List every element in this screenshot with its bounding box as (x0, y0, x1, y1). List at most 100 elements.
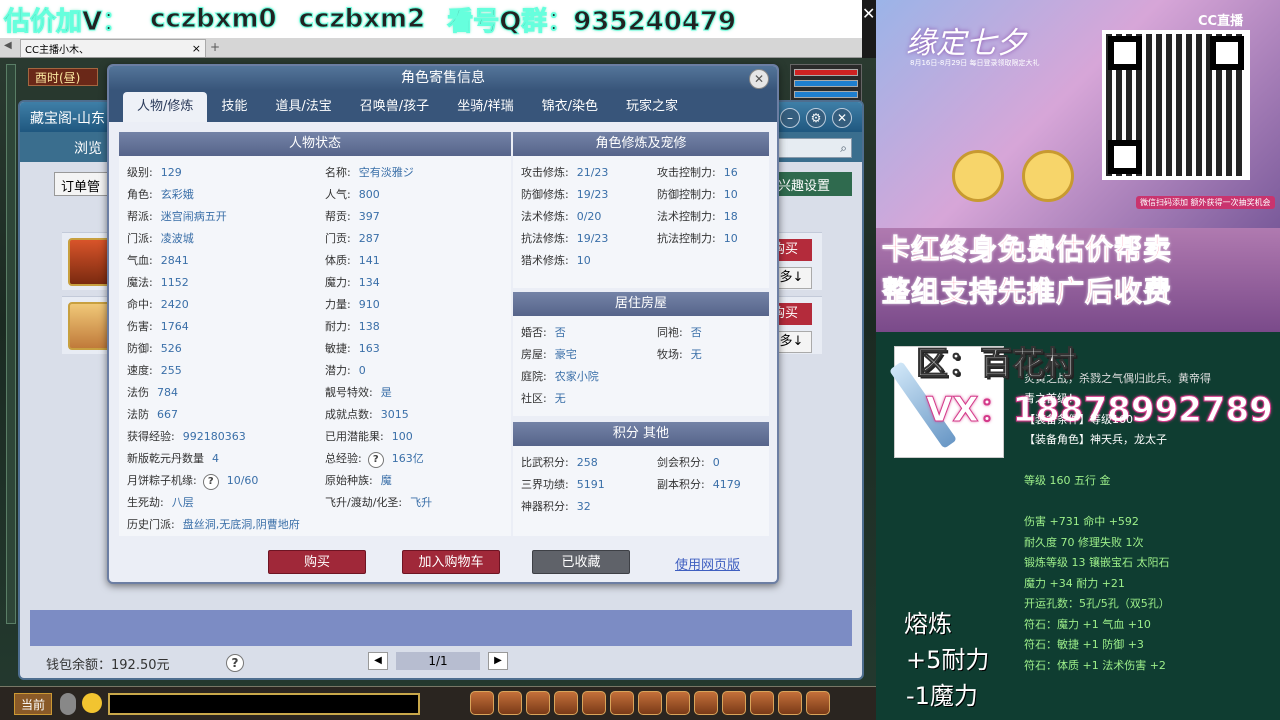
minimize-icon[interactable]: – (780, 108, 800, 128)
item-desc-line: 锻炼等级 13 镶嵌宝石 太阳石 (1024, 556, 1170, 569)
settings-icon[interactable]: ⚙ (806, 108, 826, 128)
score-field-label: 副本积分: (657, 478, 705, 491)
favorited-button[interactable]: 已收藏 (532, 550, 630, 574)
tab-pets[interactable]: 召唤兽/孩子 (346, 92, 443, 122)
cultivation-field: 攻击修炼: 21/23 (521, 164, 608, 180)
status-field-label: 飞升/渡劫/化圣: (325, 496, 403, 509)
cultivation-field-label: 攻击修炼: (521, 166, 569, 179)
cultivation-field: 抗法修炼: 19/23 (521, 230, 608, 246)
add-to-cart-button[interactable]: 加入购物车 (402, 550, 500, 574)
game-clock: 酉时(昼) (28, 68, 98, 86)
status-field: 潜力: 0 (325, 362, 366, 378)
refine-plus: +5耐力 (906, 646, 990, 674)
prev-page-icon[interactable]: ◀ (368, 652, 388, 670)
menu-icon-13[interactable] (806, 691, 830, 715)
help-icon[interactable]: ? (226, 654, 244, 672)
status-field: 角色: 玄彩娥 (127, 186, 194, 202)
control-field: 攻击控制力: 16 (657, 164, 738, 180)
status-field: 门派: 凌波城 (127, 230, 194, 246)
menu-icon-1[interactable] (470, 691, 494, 715)
house-field: 庭院: 农家小院 (521, 368, 599, 384)
score-field: 比武积分: 258 (521, 454, 598, 470)
status-field-label: 获得经验: (127, 430, 175, 443)
menu-icon-4[interactable] (554, 691, 578, 715)
search-icon[interactable]: ⌕ (840, 141, 847, 156)
buy-button[interactable]: 购买 (268, 550, 366, 574)
menu-icon-5[interactable] (582, 691, 606, 715)
channel-current-button[interactable]: 当前 (14, 693, 52, 715)
house-field-value: 无 (690, 348, 702, 361)
menu-icon-2[interactable] (498, 691, 522, 715)
poster-subtitle: 8月16日-8月29日 每日登录领取限定大礼 (910, 59, 1040, 67)
mic-icon[interactable] (60, 693, 76, 715)
menu-icon-8[interactable] (666, 691, 690, 715)
search-input[interactable]: ⌕ (772, 138, 852, 158)
status-field-label: 力量: (325, 298, 351, 311)
web-version-link[interactable]: 使用网页版 (675, 554, 740, 573)
banner-close-icon[interactable]: ✕ (862, 4, 875, 23)
status-field-value: 1764 (160, 320, 189, 333)
status-field-label: 伤害: (127, 320, 153, 333)
house-field-label: 社区: (521, 392, 547, 405)
chat-input[interactable] (108, 693, 420, 715)
score-field-label: 三界功绩: (521, 478, 569, 491)
menu-icon-12[interactable] (778, 691, 802, 715)
status-header: 人物状态 (119, 132, 511, 156)
tab-home[interactable]: 玩家之家 (612, 92, 692, 122)
status-field-value: 魔 (380, 474, 392, 487)
status-field-value: 10/60 (226, 474, 259, 487)
status-field-value: 910 (358, 298, 380, 311)
house-field-label: 牧场: (657, 348, 683, 361)
cultivation-header: 角色修炼及宠修 (513, 132, 769, 156)
item-desc-line: 符石：敏捷 +1 防御 +3 (1024, 638, 1144, 651)
control-field-value: 18 (723, 210, 738, 223)
score-field: 三界功绩: 5191 (521, 476, 605, 492)
banner-text-3: cczbxm2 (298, 4, 426, 35)
house-field-label: 庭院: (521, 370, 547, 383)
tab-character[interactable]: 人物/修炼 (123, 92, 208, 122)
close-icon[interactable]: ✕ (749, 69, 769, 89)
menu-icon-10[interactable] (722, 691, 746, 715)
control-field: 法术控制力: 18 (657, 208, 738, 224)
item-desc-line: 等级 160 五行 金 (1024, 474, 1111, 487)
house-field-label: 房屋: (521, 348, 547, 361)
menu-icon-9[interactable] (694, 691, 718, 715)
menu-icon-7[interactable] (638, 691, 662, 715)
interest-settings-button[interactable]: 兴趣设置 (772, 172, 852, 196)
score-field-label: 比武积分: (521, 456, 569, 469)
status-field-value: 141 (358, 254, 380, 267)
status-field-value: 129 (160, 166, 182, 179)
new-tab-button[interactable]: + (210, 40, 220, 54)
browser-tab[interactable]: CC主播小木、 × (20, 39, 206, 57)
stream-sidebar: 缘定七夕 8月16日-8月29日 每日登录领取限定大礼 CC直播 微信扫码添加 … (876, 0, 1280, 720)
back-arrow-icon[interactable]: ◀ (4, 40, 12, 51)
emoji-icon[interactable] (82, 693, 102, 713)
score-field: 神器积分: 32 (521, 498, 591, 514)
cultivation-field: 防御修炼: 19/23 (521, 186, 608, 202)
close-icon[interactable]: ✕ (832, 108, 852, 128)
tab-skills[interactable]: 技能 (207, 92, 261, 122)
game-taskbar: 当前 (0, 686, 876, 720)
tab-items[interactable]: 道具/法宝 (261, 92, 345, 122)
control-field-value: 10 (723, 232, 738, 245)
menu-icon-3[interactable] (526, 691, 550, 715)
control-field: 抗法控制力: 10 (657, 230, 738, 246)
help-icon[interactable]: ? (367, 452, 384, 468)
status-field-label: 体质: (325, 254, 351, 267)
game-frame (6, 64, 16, 624)
status-field-label: 人气: (325, 188, 351, 201)
status-field: 新版乾元丹数量 4 (127, 450, 219, 466)
tab-close-icon[interactable]: × (192, 42, 201, 55)
help-icon[interactable]: ? (202, 474, 219, 490)
cultivation-panel: 角色修炼及宠修 攻击修炼: 21/23 防御修炼: 19/23 法术修炼: 0/20 抗法修… (513, 132, 769, 288)
score-field: 剑会积分: 0 (657, 454, 720, 470)
control-field-label: 抗法控制力: (657, 232, 716, 245)
menu-icon-11[interactable] (750, 691, 774, 715)
tab-outfits[interactable]: 锦衣/染色 (528, 92, 612, 122)
score-header: 积分 其他 (513, 422, 769, 446)
tab-mounts[interactable]: 坐骑/祥瑞 (443, 92, 527, 122)
score-field-label: 剑会积分: (657, 456, 705, 469)
status-field-label: 法伤 (127, 386, 149, 399)
next-page-icon[interactable]: ▶ (488, 652, 508, 670)
menu-icon-6[interactable] (610, 691, 634, 715)
